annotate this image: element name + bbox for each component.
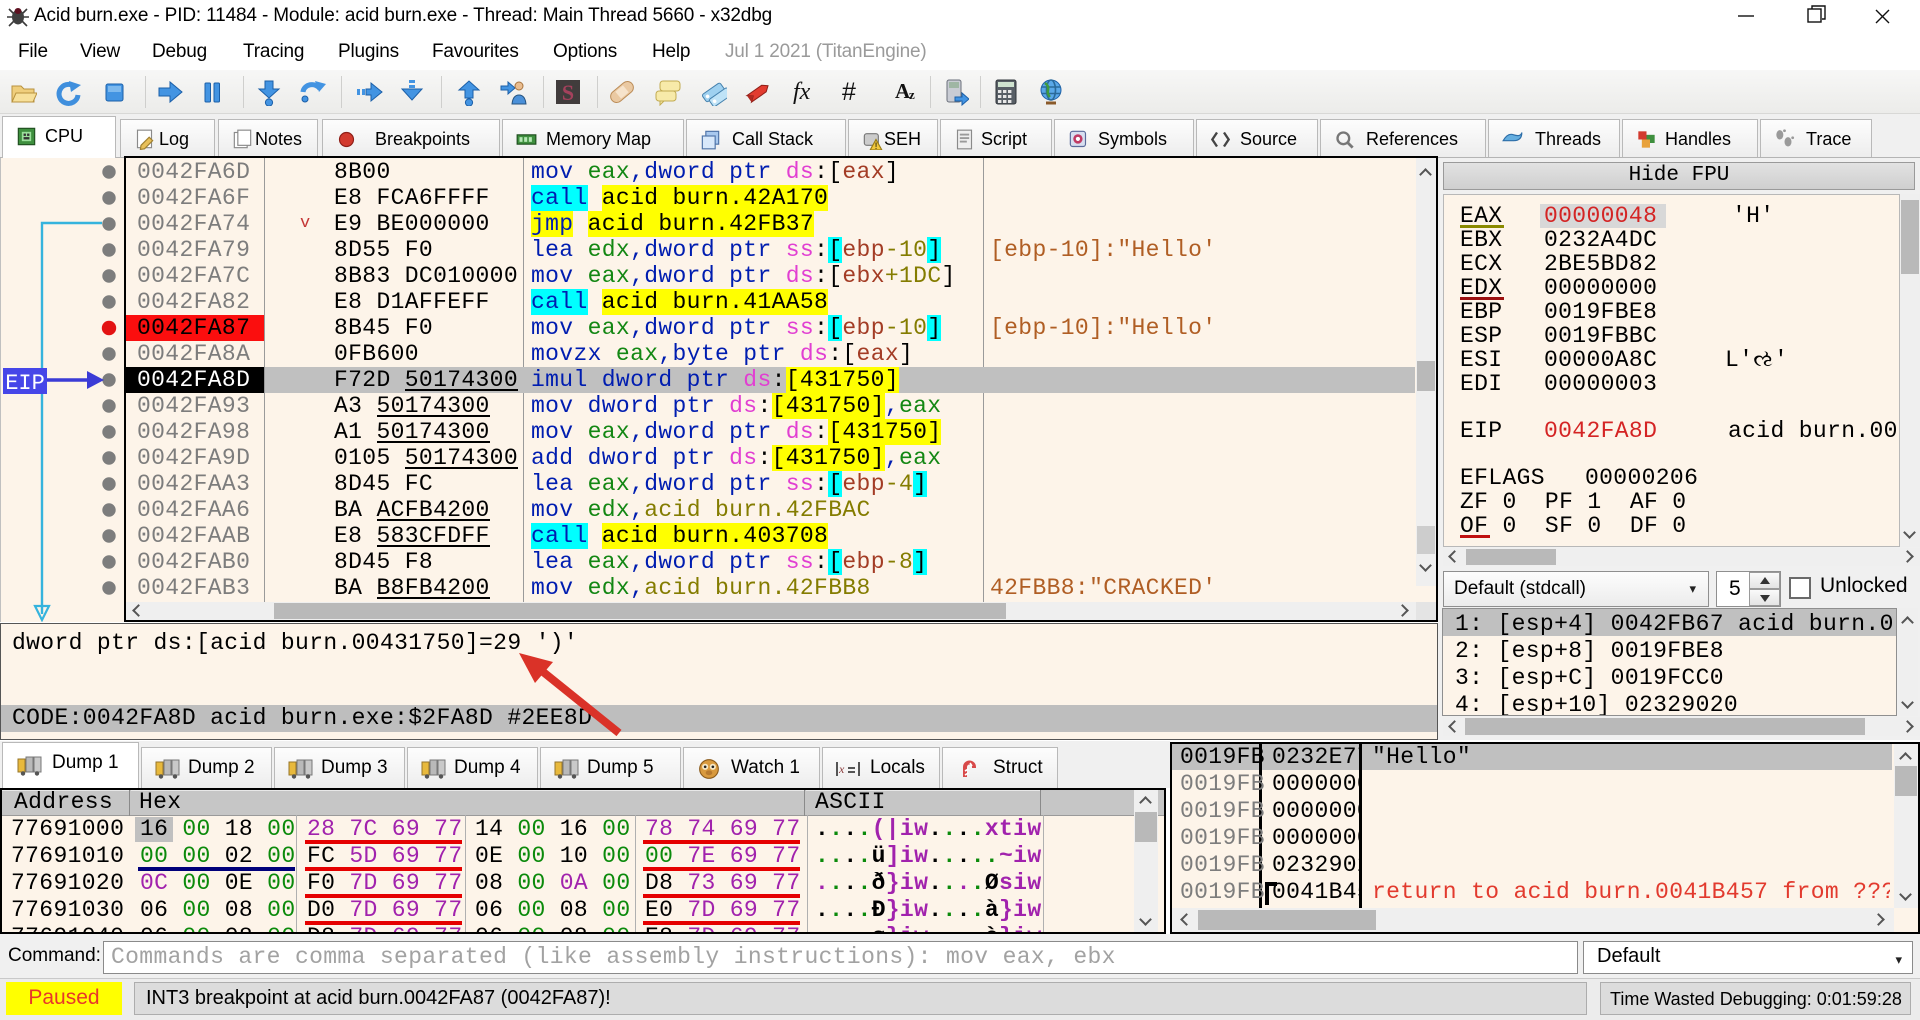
- svg-text:!: !: [875, 141, 878, 150]
- svg-text:x: x: [838, 762, 845, 776]
- svg-text:S: S: [562, 80, 574, 105]
- svg-text:#: #: [842, 78, 856, 106]
- svg-text:fx: fx: [793, 79, 811, 105]
- svg-text:EIP: EIP: [5, 371, 45, 396]
- svg-text:z: z: [909, 87, 915, 102]
